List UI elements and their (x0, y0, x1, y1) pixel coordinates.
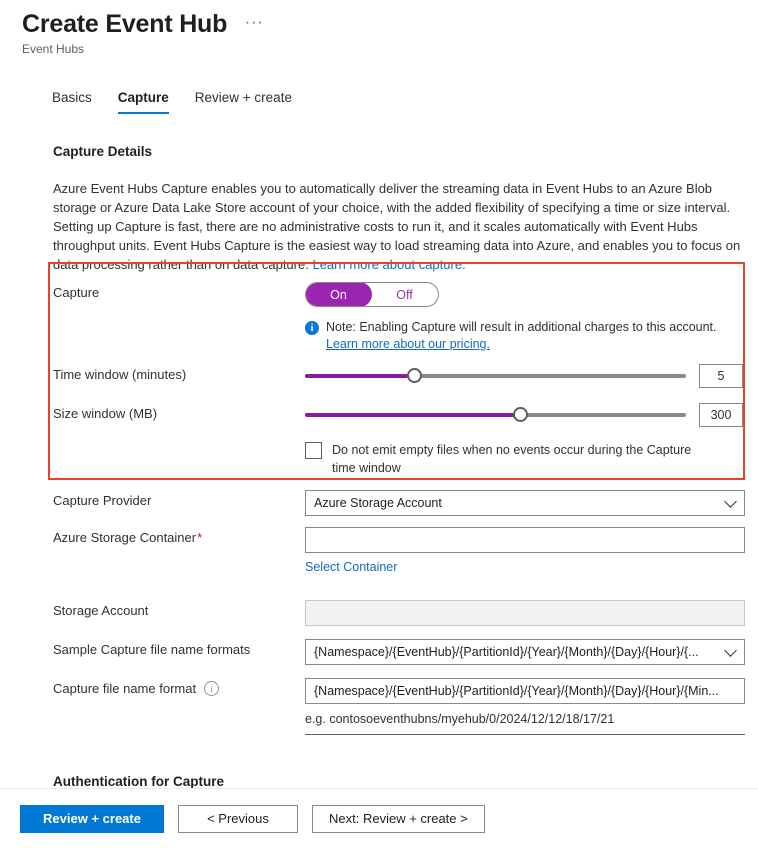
more-options-icon[interactable]: ··· (245, 14, 264, 32)
sample-format-label: Sample Capture file name formats (53, 642, 251, 657)
capture-toggle-row: Capture On Off i Note: Enabling Capture … (53, 282, 753, 353)
capture-note-text: Note: Enabling Capture will result in ad… (326, 320, 717, 334)
time-window-slider-thumb[interactable] (406, 368, 422, 383)
page-title: Create Event Hub (22, 10, 228, 38)
wizard-footer: Review + create < Previous Next: Review … (0, 788, 758, 848)
learn-more-capture-link[interactable]: Learn more about capture. (312, 257, 465, 272)
file-name-format-label: Capture file name format i (53, 678, 305, 697)
info-icon: i (305, 321, 319, 335)
capture-provider-value: Azure Storage Account (314, 496, 442, 510)
storage-container-label-text: Azure Storage Container (53, 530, 197, 545)
page-header: Create Event Hub ··· Event Hubs (0, 0, 758, 56)
tab-review-create[interactable]: Review + create (195, 90, 292, 114)
capture-provider-row: Capture Provider Azure Storage Account (53, 490, 753, 516)
capture-label: Capture (53, 285, 100, 300)
required-indicator: * (197, 530, 203, 545)
tab-basics[interactable]: Basics (52, 90, 92, 114)
next-review-create-button[interactable]: Next: Review + create > (312, 804, 485, 833)
capture-description: Azure Event Hubs Capture enables you to … (53, 179, 743, 274)
size-window-value[interactable]: 300 (699, 403, 743, 427)
tab-capture[interactable]: Capture (117, 90, 169, 114)
section-title-capture-details: Capture Details (53, 144, 153, 159)
chevron-down-icon (724, 644, 737, 657)
tab-bar: Basics Capture Review + create (52, 90, 758, 114)
form-content: Capture Details Azure Event Hubs Capture… (0, 136, 758, 788)
info-icon[interactable]: i (204, 681, 220, 697)
file-name-format-row: Capture file name format i {Namespace}/{E… (53, 678, 753, 735)
storage-container-input[interactable] (305, 527, 745, 553)
storage-container-row: Azure Storage Container* Select Containe… (53, 527, 753, 574)
storage-container-label: Azure Storage Container* (53, 527, 305, 545)
section-divider (305, 734, 745, 735)
file-name-format-value: {Namespace}/{EventHub}/{PartitionId}/{Ye… (314, 684, 719, 698)
section-title-authentication: Authentication for Capture (53, 774, 224, 788)
sample-format-value: {Namespace}/{EventHub}/{PartitionId}/{Ye… (314, 645, 699, 659)
capture-provider-select[interactable]: Azure Storage Account (305, 490, 745, 516)
sample-format-row: Sample Capture file name formats {Namesp… (53, 639, 753, 665)
storage-account-input (305, 600, 745, 626)
empty-files-row: Do not emit empty files when no events o… (53, 441, 753, 477)
capture-toggle[interactable]: On Off (305, 282, 439, 307)
empty-files-spacer (53, 441, 305, 444)
select-container-link[interactable]: Select Container (305, 560, 397, 574)
storage-account-label: Storage Account (53, 603, 149, 618)
time-window-label: Time window (minutes) (53, 367, 187, 382)
page-subtitle: Event Hubs (22, 42, 85, 56)
capture-note: i Note: Enabling Capture will result in … (305, 319, 753, 353)
chevron-down-icon (724, 495, 737, 508)
size-window-slider-thumb[interactable] (513, 407, 529, 422)
size-window-label: Size window (MB) (53, 406, 158, 421)
file-name-format-input[interactable]: {Namespace}/{EventHub}/{PartitionId}/{Ye… (305, 678, 745, 704)
review-create-button[interactable]: Review + create (20, 804, 164, 833)
time-window-row: Time window (minutes) 5 (53, 364, 753, 388)
size-window-slider-fill (305, 413, 521, 417)
time-window-value[interactable]: 5 (699, 364, 743, 388)
file-name-format-example: e.g. contosoeventhubns/myehub/0/2024/12/… (305, 712, 615, 726)
previous-button[interactable]: < Previous (178, 804, 298, 833)
learn-more-pricing-link[interactable]: Learn more about our pricing. (326, 337, 490, 351)
size-window-slider[interactable] (305, 406, 686, 424)
do-not-emit-empty-files-checkbox[interactable] (305, 442, 322, 459)
capture-toggle-off[interactable]: Off (371, 283, 438, 306)
time-window-slider-fill (305, 374, 414, 378)
do-not-emit-empty-files-label: Do not emit empty files when no events o… (332, 443, 692, 475)
sample-format-select[interactable]: {Namespace}/{EventHub}/{PartitionId}/{Ye… (305, 639, 745, 665)
file-name-format-label-text: Capture file name format (53, 681, 197, 696)
storage-account-row: Storage Account (53, 600, 753, 626)
capture-toggle-on[interactable]: On (306, 283, 372, 306)
capture-provider-label: Capture Provider (53, 493, 152, 508)
size-window-row: Size window (MB) 300 (53, 403, 753, 427)
time-window-slider[interactable] (305, 367, 686, 385)
